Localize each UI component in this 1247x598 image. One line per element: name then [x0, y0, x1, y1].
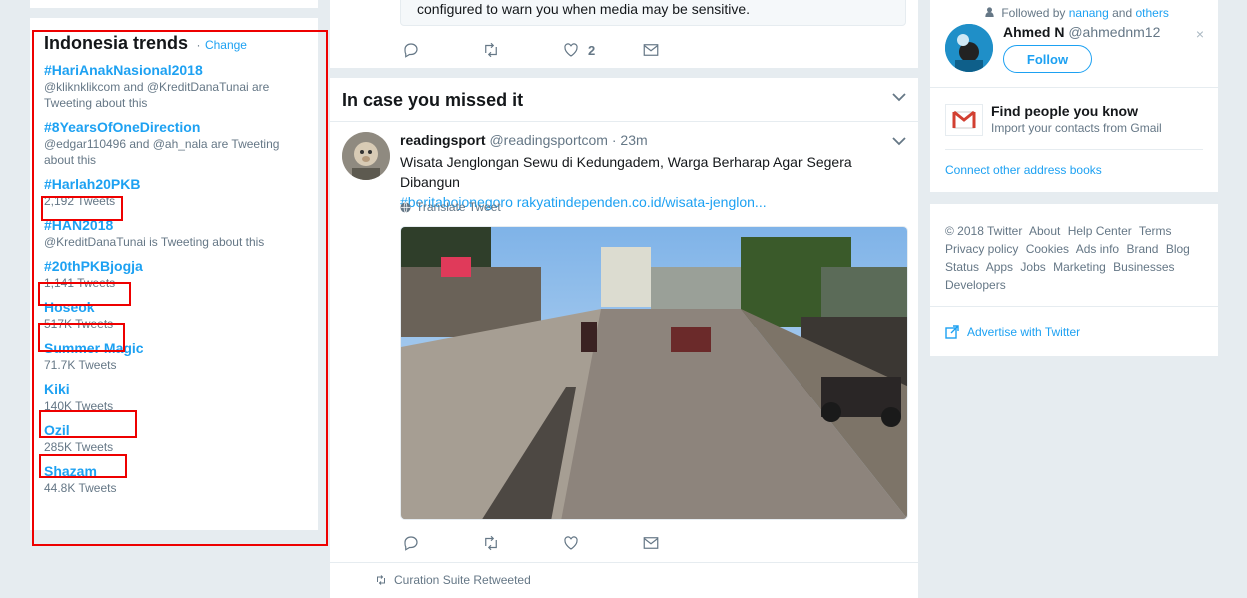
footer-link[interactable]: About [1029, 224, 1060, 238]
translate-label: Translate Tweet [416, 200, 501, 214]
left-top-card [30, 0, 318, 8]
suggested-user-handle: @ahmednm12 [1068, 24, 1161, 40]
retweet-context: Curation Suite Retweeted [374, 573, 531, 587]
chevron-down-icon[interactable] [892, 92, 906, 102]
reply-icon [404, 536, 418, 551]
followed-others-link[interactable]: others [1135, 6, 1168, 20]
advertise-link[interactable]: Advertise with Twitter [945, 325, 1080, 339]
footer-link[interactable]: Help Center [1068, 224, 1132, 238]
find-people-title[interactable]: Find people you know [991, 103, 1138, 119]
missed-tweet-actions [402, 534, 722, 552]
like-button[interactable] [562, 534, 642, 552]
find-people-subtitle: Import your contacts from Gmail [991, 121, 1162, 135]
suggested-user-name: Ahmed N [1003, 24, 1065, 40]
missed-title: In case you missed it [342, 90, 524, 110]
tweet-header: readingsport @readingsportcom · 23m [400, 132, 648, 148]
avatar[interactable] [945, 24, 993, 72]
footer-link[interactable]: © 2018 Twitter [945, 224, 1022, 238]
tweet-handle[interactable]: @readingsportcom [489, 132, 608, 148]
retweet-icon [377, 575, 385, 585]
person-icon [985, 7, 994, 17]
footer-link[interactable]: Privacy policy [945, 242, 1018, 256]
message-button[interactable] [642, 41, 722, 59]
footer-link[interactable]: Apps [986, 260, 1013, 274]
divider [930, 87, 1218, 88]
missed-header: In case you missed it [330, 78, 918, 122]
highlight-285k-tweets [39, 454, 127, 478]
gmail-icon [945, 104, 983, 136]
followed-prefix: Followed by [1001, 6, 1066, 20]
retweet-button[interactable] [482, 534, 562, 552]
follow-button[interactable]: Follow [1003, 45, 1092, 73]
heart-icon [564, 43, 578, 57]
external-link-icon [945, 325, 959, 339]
retweet-button[interactable] [482, 41, 562, 59]
mail-icon [643, 537, 659, 549]
connect-address-books-link[interactable]: Connect other address books [945, 163, 1102, 177]
followed-and: and [1112, 6, 1133, 20]
tweet-actions: 2 [402, 41, 722, 59]
tweet-photo[interactable] [400, 226, 908, 520]
previous-tweet: configured to warn you when media may be… [330, 0, 918, 68]
close-icon[interactable]: × [1196, 26, 1204, 42]
followed-by: Followed by nanang and others [985, 6, 1169, 20]
translate-tweet[interactable]: Translate Tweet [400, 200, 501, 214]
reply-button[interactable] [402, 41, 482, 59]
highlight-1141-tweets [38, 282, 131, 306]
reply-button[interactable] [402, 534, 482, 552]
footer-link[interactable]: Brand [1126, 242, 1158, 256]
message-button[interactable] [642, 534, 722, 552]
highlight-517k-tweets [38, 323, 125, 352]
retweet-icon [485, 535, 497, 551]
footer-link[interactable]: Developers [945, 278, 1006, 292]
missed-tweets-card: In case you missed it readingsport @read… [330, 78, 918, 562]
tweet-time[interactable]: · 23m [612, 132, 648, 148]
tweet-username[interactable]: readingsport [400, 132, 486, 148]
reply-icon [404, 43, 418, 58]
tweet-menu-chevron-icon[interactable] [892, 136, 906, 146]
like-count: 2 [588, 42, 596, 58]
curation-text[interactable]: Curation Suite Retweeted [394, 573, 531, 587]
footer-link[interactable]: Blog [1166, 242, 1190, 256]
divider [930, 306, 1218, 307]
like-button[interactable]: 2 [562, 41, 642, 59]
suggested-user[interactable]: Ahmed N @ahmednm12 [1003, 24, 1160, 40]
retweet-icon [485, 42, 497, 58]
highlight-140k-tweets [39, 410, 137, 438]
footer-link[interactable]: Cookies [1026, 242, 1069, 256]
footer-link[interactable]: Marketing [1053, 260, 1106, 274]
who-to-follow-card: Followed by nanang and others Ahmed N @a… [930, 0, 1218, 192]
avatar[interactable] [342, 132, 390, 180]
sensitive-notice-text: configured to warn you when media may be… [417, 1, 751, 17]
curation-tweet: Curation Suite Retweeted [330, 562, 918, 598]
followed-user-link[interactable]: nanang [1069, 6, 1109, 20]
divider [945, 149, 1203, 150]
footer-link[interactable]: Terms [1139, 224, 1172, 238]
footer-link[interactable]: Status [945, 260, 979, 274]
sensitive-media-notice: configured to warn you when media may be… [400, 0, 906, 26]
mail-icon [643, 44, 659, 56]
tweet-body: Wisata Jenglongan Sewu di Kedungadem, Wa… [400, 154, 852, 190]
article-link[interactable]: rakyatindependen.co.id/wisata-jenglon... [517, 194, 767, 210]
footer-link[interactable]: Jobs [1020, 260, 1045, 274]
footer-link[interactable]: Businesses [1113, 260, 1174, 274]
highlight-2192-tweets [41, 196, 123, 221]
advertise-label: Advertise with Twitter [967, 325, 1081, 339]
heart-icon [564, 536, 578, 550]
footer-links: © 2018 Twitter About Help Center Terms P… [945, 222, 1205, 294]
globe-icon [400, 201, 411, 213]
footer-link[interactable]: Ads info [1076, 242, 1119, 256]
footer-card: © 2018 Twitter About Help Center Terms P… [930, 204, 1218, 356]
